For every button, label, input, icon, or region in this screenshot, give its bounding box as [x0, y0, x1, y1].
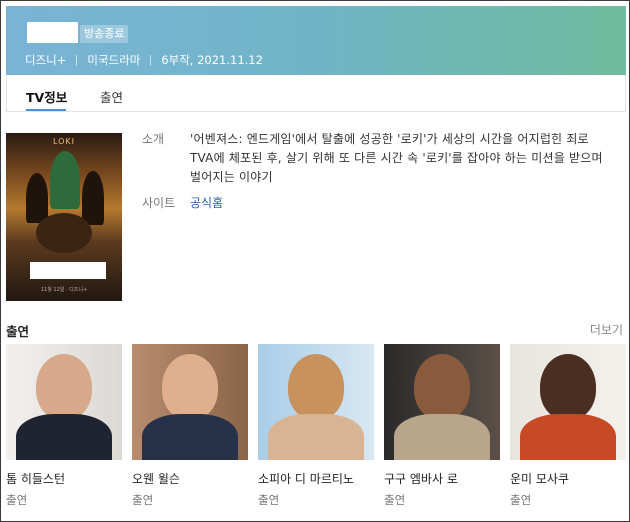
poster-title-art: LOKI	[52, 137, 76, 146]
poster-figure	[50, 151, 80, 209]
cast-name: 톰 히들스턴	[6, 472, 66, 486]
cast-role: 출연	[132, 493, 154, 507]
cast-card[interactable]: 구구 엠바사 로 출연	[384, 344, 500, 508]
cast-name: 오웬 윌슨	[132, 472, 180, 486]
cast-photo	[258, 344, 374, 460]
cast-name: 소피아 디 마르티노	[258, 472, 354, 486]
poster-figure	[36, 213, 92, 253]
genre-label: 미국드라마	[87, 53, 141, 67]
program-meta: 디즈니+ 미국드라마 6부작, 2021.11.12	[25, 52, 263, 68]
cast-face	[36, 354, 92, 420]
active-tab-indicator	[26, 109, 66, 111]
redacted-title	[27, 22, 78, 43]
episodes-date-label: 6부작, 2021.11.12	[161, 53, 263, 67]
official-site-link[interactable]: 공식홈	[190, 194, 223, 211]
cast-card[interactable]: 소피아 디 마르티노 출연	[258, 344, 374, 508]
tab-cast[interactable]: 출연	[100, 87, 123, 106]
status-badge: 방송종료	[80, 25, 129, 43]
meta-divider	[76, 54, 78, 66]
more-cast-link[interactable]: 더보기	[590, 321, 623, 338]
program-poster[interactable]: LOKI 11월 12일 · 디즈니+	[6, 133, 122, 301]
cast-face	[540, 354, 596, 420]
site-label: 사이트	[142, 196, 176, 210]
poster-figure	[26, 173, 48, 223]
cast-role: 출연	[510, 493, 532, 507]
cast-body	[520, 414, 616, 460]
tab-tv-info[interactable]: TV정보	[26, 87, 67, 106]
cast-body	[16, 414, 112, 460]
cast-face	[414, 354, 470, 420]
poster-caption: 11월 12일 · 디즈니+	[40, 287, 88, 293]
intro-label: 소개	[142, 132, 165, 146]
cast-card[interactable]: 오웬 윌슨 출연	[132, 344, 248, 508]
cast-photo	[384, 344, 500, 460]
poster-figure	[82, 171, 104, 225]
cast-section-title: 출연	[6, 324, 30, 339]
program-header: 방송종료 디즈니+ 미국드라마 6부작, 2021.11.12	[6, 6, 626, 75]
platform-label: 디즈니+	[25, 53, 67, 67]
cast-role: 출연	[258, 493, 280, 507]
cast-body	[142, 414, 238, 460]
cast-photo	[510, 344, 626, 460]
tab-bar: TV정보 출연	[6, 75, 626, 112]
cast-body	[394, 414, 490, 460]
cast-photo	[6, 344, 122, 460]
cast-photo	[132, 344, 248, 460]
cast-role: 출연	[6, 493, 28, 507]
intro-text: '어벤져스: 엔드게임'에서 탈출에 성공한 '로키'가 세상의 시간을 어지럽…	[190, 132, 603, 184]
cast-card[interactable]: 운미 모사쿠 출연	[510, 344, 626, 508]
cast-face	[288, 354, 344, 420]
cast-name: 운미 모사쿠	[510, 472, 570, 486]
cast-face	[162, 354, 218, 420]
tv-info-panel: 방송종료 디즈니+ 미국드라마 6부작, 2021.11.12 TV정보 출연 …	[0, 0, 630, 522]
cast-body	[268, 414, 364, 460]
cast-name: 구구 엠바사 로	[384, 472, 458, 486]
meta-divider	[150, 54, 152, 66]
redacted-poster-text	[30, 262, 106, 279]
cast-card[interactable]: 톰 히들스턴 출연	[6, 344, 122, 508]
cast-role: 출연	[384, 493, 406, 507]
